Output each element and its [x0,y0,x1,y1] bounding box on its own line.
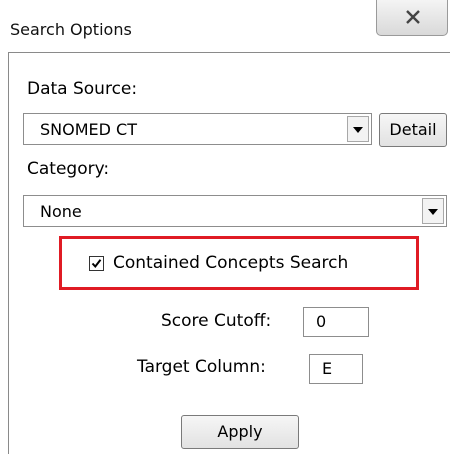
title-bar: Search Options [0,0,450,52]
close-x-icon [406,10,420,24]
category-select[interactable]: None [23,195,447,227]
window-title: Search Options [10,20,132,39]
data-source-select[interactable]: SNOMED CT [23,113,372,145]
category-label: Category: [27,159,110,179]
close-button[interactable] [376,0,448,36]
options-panel: Data Source: SNOMED CT Detail Category: … [8,52,450,454]
score-cutoff-label: Score Cutoff: [161,311,272,331]
detail-button[interactable]: Detail [379,113,447,147]
category-value: None [40,202,82,221]
target-column-label: Target Column: [137,357,266,377]
data-source-value: SNOMED CT [40,120,137,139]
contained-concepts-label: Contained Concepts Search [113,253,349,273]
checkmark-icon [91,259,102,269]
data-source-label: Data Source: [27,79,138,99]
apply-button[interactable]: Apply [181,415,299,449]
chevron-down-icon[interactable] [422,198,444,224]
chevron-down-icon[interactable] [347,116,369,142]
target-column-input[interactable]: E [309,354,363,384]
contained-concepts-checkbox[interactable] [89,256,104,271]
score-cutoff-input[interactable]: 0 [303,307,369,337]
